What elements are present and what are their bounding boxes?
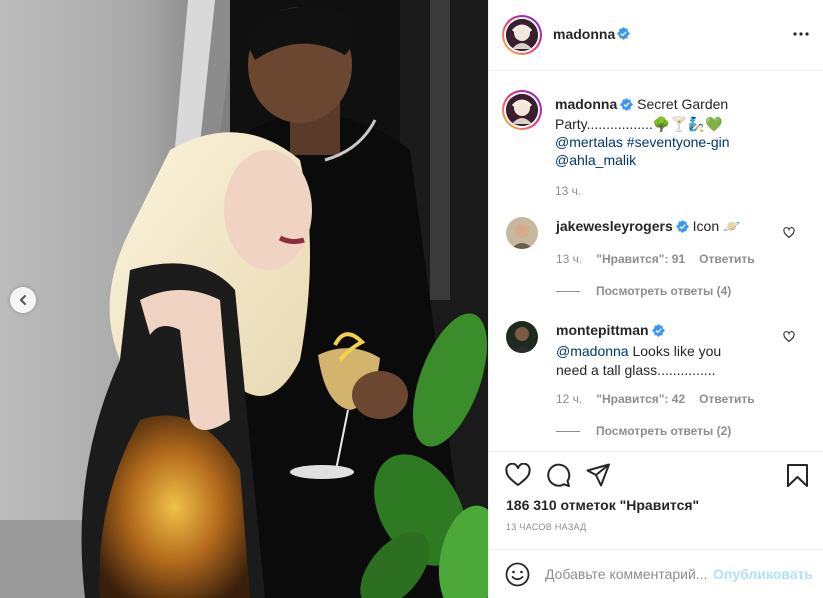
- verified-badge-icon: [675, 219, 689, 238]
- heart-outline-icon: [783, 331, 795, 343]
- post-header: madonna: [489, 0, 823, 71]
- commenter-avatar-image: [506, 321, 538, 353]
- author-avatar-image: [506, 19, 538, 51]
- verified-badge-icon: [620, 97, 634, 115]
- comment-mention[interactable]: @madonna: [556, 343, 629, 359]
- previous-photo-button[interactable]: [10, 287, 36, 313]
- author-username[interactable]: madonna: [553, 26, 615, 42]
- commenter-avatar[interactable]: [506, 217, 538, 249]
- add-comment-bar: Опубликовать: [489, 549, 823, 598]
- share-button[interactable]: [586, 463, 611, 490]
- share-icon: [586, 463, 610, 487]
- comment-username[interactable]: montepittman: [556, 322, 649, 338]
- caption-hashtag[interactable]: #seventyone-gin: [627, 134, 730, 150]
- view-replies-label: Посмотреть ответы (4): [596, 284, 732, 298]
- publish-button[interactable]: Опубликовать: [713, 566, 813, 582]
- view-replies-button[interactable]: Посмотреть ответы (2): [556, 424, 731, 438]
- caption-username[interactable]: madonna: [555, 96, 617, 112]
- heart-icon: [505, 462, 531, 486]
- post-photo[interactable]: [0, 0, 488, 598]
- caption-mention-ahla-malik[interactable]: @ahla_malik: [555, 152, 636, 168]
- post-side-panel: madonna madonna Secret Garden Party.....…: [488, 0, 823, 598]
- comment-username[interactable]: jakewesleyrogers: [556, 218, 673, 234]
- post-photo-image: [0, 0, 488, 598]
- heart-outline-icon: [783, 227, 795, 239]
- view-replies-button[interactable]: Посмотреть ответы (4): [556, 284, 731, 298]
- more-options-button[interactable]: [793, 26, 809, 45]
- comment-emoji: 🪐: [723, 218, 741, 234]
- caption-mention-mertalas[interactable]: @mertalas: [555, 134, 623, 150]
- likes-count[interactable]: 186 310 отметок "Нравится": [506, 497, 699, 513]
- emoji-picker-button[interactable]: [505, 562, 530, 590]
- comment-likes-count[interactable]: "Нравится": 91: [596, 252, 685, 266]
- comment-button[interactable]: [546, 463, 571, 491]
- comment-likes-count[interactable]: "Нравится": 42: [596, 392, 685, 406]
- chevron-left-icon: [20, 295, 26, 305]
- comment-timestamp[interactable]: 13 ч.: [556, 252, 582, 266]
- comments-list[interactable]: madonna Secret Garden Party.............…: [489, 71, 823, 451]
- caption-avatar-image: [506, 94, 538, 126]
- comment-like-button[interactable]: [783, 331, 795, 346]
- replies-divider: [556, 291, 580, 293]
- comment-reply-button[interactable]: Ответить: [699, 252, 754, 266]
- caption-text-block: madonna Secret Garden Party.............…: [555, 95, 745, 200]
- caption-avatar[interactable]: [502, 90, 542, 130]
- like-button[interactable]: [505, 462, 531, 490]
- view-replies-label: Посмотреть ответы (2): [596, 424, 732, 438]
- caption-timestamp[interactable]: 13 ч.: [555, 182, 745, 200]
- comment-body: montepittman @madonna Looks like you nee…: [556, 321, 741, 380]
- comment-icon: [547, 463, 571, 487]
- comment-timestamp[interactable]: 12 ч.: [556, 392, 582, 406]
- smiley-icon: [505, 562, 530, 587]
- comment-input[interactable]: [545, 562, 707, 586]
- post-actions: 186 310 отметок "Нравится" 13 ЧАСОВ НАЗА…: [489, 451, 823, 549]
- comment-text: Icon: [692, 218, 720, 234]
- comment-reply-button[interactable]: Ответить: [699, 392, 754, 406]
- verified-badge-icon: [617, 27, 630, 43]
- caption-emojis: 🌳🍸🧞💚: [652, 116, 723, 132]
- save-button[interactable]: [786, 463, 809, 491]
- author-avatar[interactable]: [502, 15, 542, 55]
- bookmark-icon: [787, 464, 808, 487]
- replies-divider: [556, 431, 580, 433]
- comment-body: jakewesleyrogers Icon 🪐: [556, 217, 741, 238]
- post-timestamp[interactable]: 13 ЧАСОВ НАЗАД: [506, 522, 587, 532]
- verified-badge-icon: [651, 323, 665, 342]
- comment-meta: 12 ч. "Нравится": 42 Ответить: [556, 392, 769, 406]
- comment-meta: 13 ч. "Нравится": 91 Ответить: [556, 252, 769, 266]
- commenter-avatar-image: [506, 217, 538, 249]
- more-horizontal-icon: [793, 32, 809, 36]
- comment-like-button[interactable]: [783, 227, 795, 242]
- commenter-avatar[interactable]: [506, 321, 538, 353]
